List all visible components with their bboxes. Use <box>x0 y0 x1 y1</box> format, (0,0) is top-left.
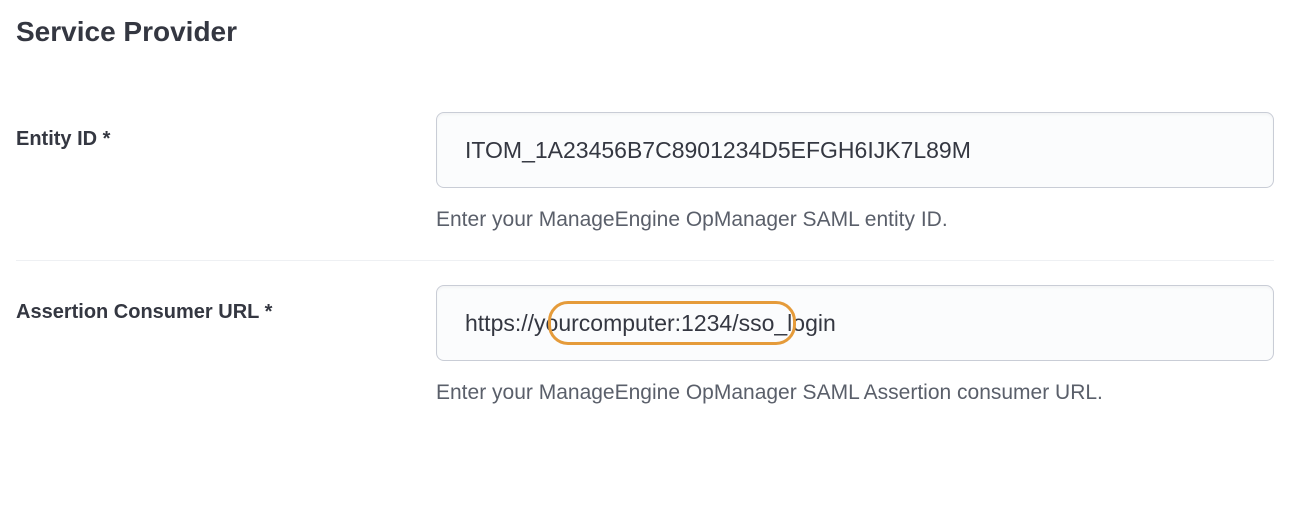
entity-id-help: Enter your ManageEngine OpManager SAML e… <box>436 208 1274 232</box>
entity-id-input[interactable] <box>436 112 1274 188</box>
acs-url-help: Enter your ManageEngine OpManager SAML A… <box>436 381 1274 405</box>
acs-url-input[interactable] <box>436 285 1274 361</box>
section-title: Service Provider <box>16 16 1274 48</box>
acs-url-field-col: Enter your ManageEngine OpManager SAML A… <box>436 285 1274 405</box>
entity-id-field-col: Enter your ManageEngine OpManager SAML e… <box>436 112 1274 232</box>
acs-url-label-col: Assertion Consumer URL * <box>16 285 436 324</box>
entity-id-row: Entity ID * Enter your ManageEngine OpMa… <box>16 88 1274 260</box>
acs-url-label: Assertion Consumer URL * <box>16 301 272 323</box>
entity-id-label-col: Entity ID * <box>16 112 436 151</box>
acs-url-row: Assertion Consumer URL * Enter your Mana… <box>16 260 1274 433</box>
entity-id-label: Entity ID * <box>16 128 110 150</box>
